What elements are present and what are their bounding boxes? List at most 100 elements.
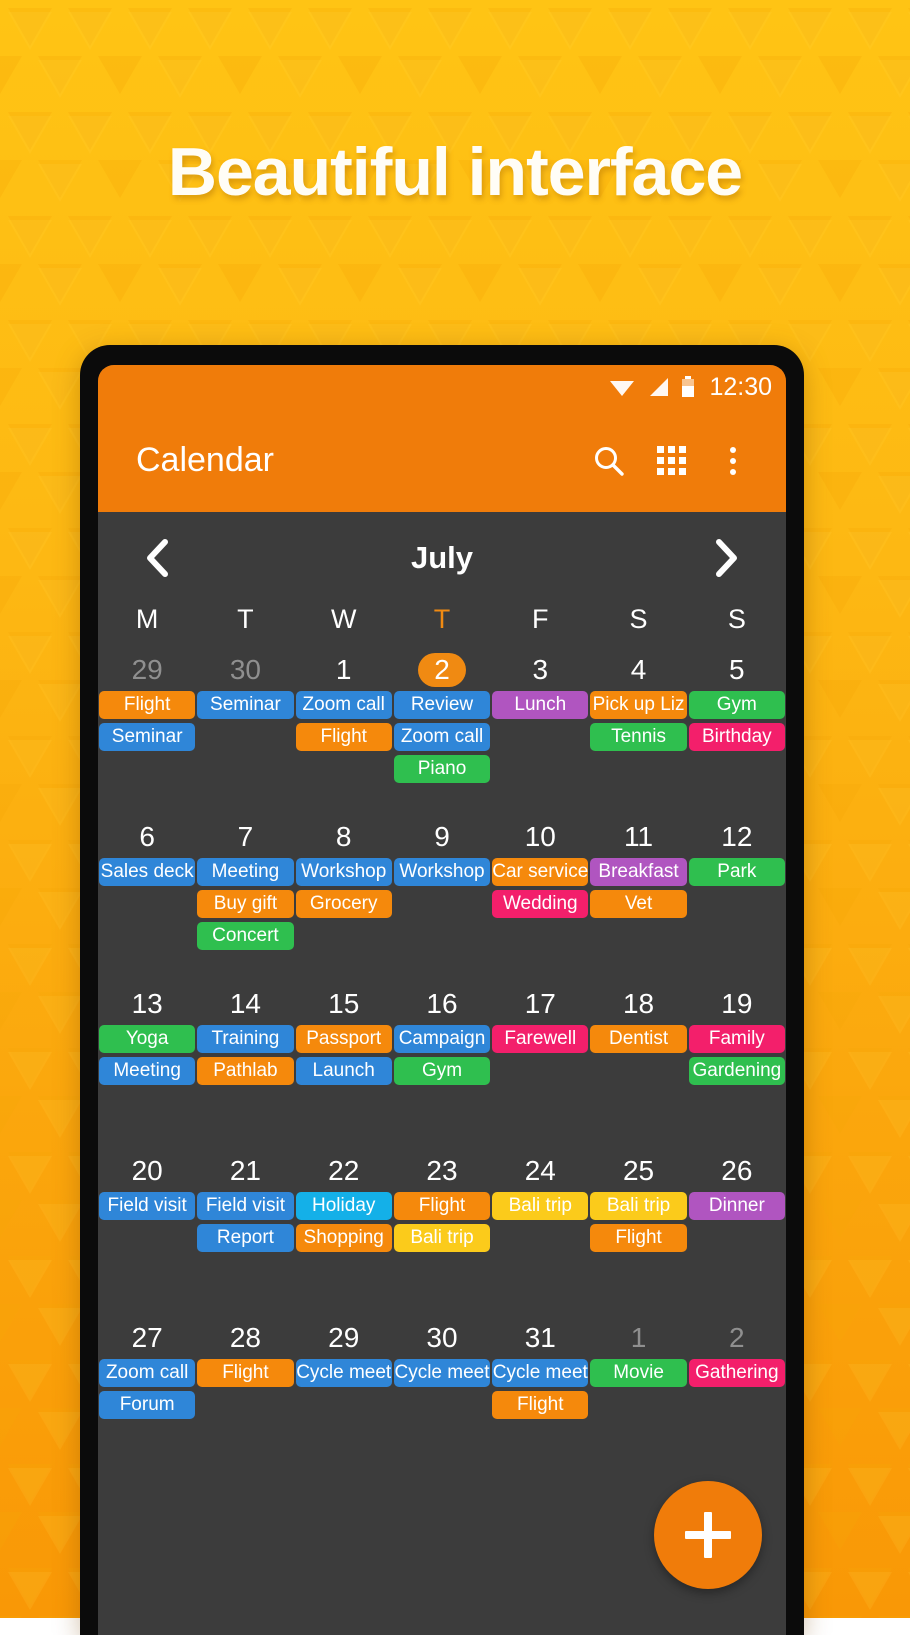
event-chip[interactable]: Zoom call — [295, 691, 392, 719]
event-chip[interactable]: Zoom call — [99, 1359, 196, 1387]
day-cell-26[interactable]: 26 Dinner — [688, 1150, 786, 1252]
day-cell-24[interactable]: 24 Bali trip — [491, 1150, 589, 1252]
event-chip[interactable]: Zoom call — [393, 723, 491, 751]
event-chip[interactable]: Campaign — [393, 1025, 491, 1053]
day-cell-3[interactable]: 3 Lunch — [491, 649, 589, 783]
day-cell-22[interactable]: 22 Holiday Shopping — [295, 1150, 393, 1252]
day-cell-21[interactable]: 21 Field visit Report — [196, 1150, 294, 1252]
event-chip[interactable]: Grocery — [295, 890, 392, 918]
event-chip[interactable]: Dentist — [590, 1025, 687, 1053]
event-chip[interactable]: Forum — [99, 1391, 196, 1419]
event-chip[interactable]: Piano — [393, 755, 491, 783]
overflow-menu-icon[interactable] — [702, 430, 764, 492]
event-chip[interactable]: Meeting — [99, 1057, 196, 1085]
event-chip[interactable]: Car service — [492, 858, 589, 886]
event-chip[interactable]: Sales deck — [99, 858, 196, 886]
day-cell-12[interactable]: 12 Park — [688, 816, 786, 950]
event-chip[interactable]: Vet — [590, 890, 687, 918]
event-chip[interactable]: Family — [688, 1025, 785, 1053]
day-cell-14[interactable]: 14 Training Pathlab — [196, 983, 294, 1085]
event-chip[interactable]: Flight — [492, 1391, 589, 1419]
day-cell-30[interactable]: 30 Seminar — [196, 649, 294, 783]
day-cell-29[interactable]: 29 Cycle meet — [295, 1317, 393, 1419]
event-chip[interactable]: Bali trip — [590, 1192, 687, 1220]
day-cell-19[interactable]: 19 Family Gardening — [688, 983, 786, 1085]
event-chip[interactable]: Bali trip — [492, 1192, 589, 1220]
day-cell-25[interactable]: 25 Bali trip Flight — [589, 1150, 687, 1252]
grid-view-icon[interactable] — [640, 430, 702, 492]
event-chip[interactable]: Bali trip — [393, 1224, 491, 1252]
add-event-button[interactable] — [654, 1481, 762, 1589]
event-chip[interactable]: Shopping — [295, 1224, 392, 1252]
day-cell-7[interactable]: 7 Meeting Buy gift Concert — [196, 816, 294, 950]
event-chip[interactable]: Park — [688, 858, 785, 886]
day-events: Passport Launch — [295, 1025, 393, 1085]
event-chip[interactable]: Gathering — [688, 1359, 785, 1387]
event-chip[interactable]: Field visit — [99, 1192, 196, 1220]
event-chip[interactable]: Flight — [295, 723, 392, 751]
event-chip[interactable]: Review — [393, 691, 491, 719]
event-chip[interactable]: Movie — [590, 1359, 687, 1387]
search-icon[interactable] — [578, 430, 640, 492]
event-chip[interactable]: Dinner — [688, 1192, 785, 1220]
event-chip[interactable]: Flight — [393, 1192, 491, 1220]
day-cell-13[interactable]: 13 Yoga Meeting — [98, 983, 196, 1085]
event-chip[interactable]: Flight — [99, 691, 196, 719]
event-chip[interactable]: Flight — [197, 1359, 294, 1387]
previous-month-button[interactable] — [138, 535, 178, 581]
event-chip[interactable]: Report — [197, 1224, 294, 1252]
event-chip[interactable]: Training — [197, 1025, 294, 1053]
day-cell-18[interactable]: 18 Dentist — [589, 983, 687, 1085]
event-chip[interactable]: Meeting — [197, 858, 294, 886]
day-cell-20[interactable]: 20 Field visit — [98, 1150, 196, 1252]
event-chip[interactable]: Launch — [295, 1057, 392, 1085]
event-chip[interactable]: Seminar — [197, 691, 294, 719]
event-chip[interactable]: Buy gift — [197, 890, 294, 918]
event-chip[interactable]: Lunch — [492, 691, 589, 719]
day-cell-5[interactable]: 5 Gym Birthday — [688, 649, 786, 783]
calendar-week-row: 6 Sales deck 7 Meeting Buy gift Concert 8 Works… — [98, 816, 786, 983]
day-cell-31[interactable]: 31 Cycle meet Flight — [491, 1317, 589, 1419]
event-chip[interactable]: Cycle meet — [492, 1359, 589, 1387]
day-cell-4[interactable]: 4 Pick up Liz Tennis — [589, 649, 687, 783]
event-chip[interactable]: Concert — [197, 922, 294, 950]
event-chip[interactable]: Pick up Liz — [590, 691, 687, 719]
day-cell-15[interactable]: 15 Passport Launch — [295, 983, 393, 1085]
day-cell-16[interactable]: 16 Campaign Gym — [393, 983, 491, 1085]
event-chip[interactable]: Yoga — [99, 1025, 196, 1053]
event-chip[interactable]: Farewell — [492, 1025, 589, 1053]
event-chip[interactable]: Workshop — [393, 858, 491, 886]
day-cell-6[interactable]: 6 Sales deck — [98, 816, 196, 950]
day-cell-1[interactable]: 1 Zoom call Flight — [295, 649, 393, 783]
day-cell-1[interactable]: 1 Movie — [589, 1317, 687, 1419]
day-cell-29[interactable]: 29 Flight Seminar — [98, 649, 196, 783]
event-chip[interactable]: Gardening — [688, 1057, 785, 1085]
day-cell-23[interactable]: 23 Flight Bali trip — [393, 1150, 491, 1252]
event-chip[interactable]: Wedding — [492, 890, 589, 918]
day-cell-10[interactable]: 10 Car service Wedding — [491, 816, 589, 950]
event-chip[interactable]: Cycle meet — [295, 1359, 392, 1387]
day-cell-27[interactable]: 27 Zoom call Forum — [98, 1317, 196, 1419]
day-cell-28[interactable]: 28 Flight — [196, 1317, 294, 1419]
event-chip[interactable]: Workshop — [295, 858, 392, 886]
event-chip[interactable]: Passport — [295, 1025, 392, 1053]
event-chip[interactable]: Birthday — [688, 723, 785, 751]
event-chip[interactable]: Flight — [590, 1224, 687, 1252]
day-cell-2[interactable]: 2 Review Zoom call Piano — [393, 649, 491, 783]
event-chip[interactable]: Tennis — [590, 723, 687, 751]
event-chip[interactable]: Gym — [393, 1057, 491, 1085]
day-cell-30[interactable]: 30 Cycle meet — [393, 1317, 491, 1419]
event-chip[interactable]: Field visit — [197, 1192, 294, 1220]
event-chip[interactable]: Cycle meet — [393, 1359, 491, 1387]
day-cell-2[interactable]: 2 Gathering — [688, 1317, 786, 1419]
day-cell-8[interactable]: 8 Workshop Grocery — [295, 816, 393, 950]
day-cell-11[interactable]: 11 Breakfast Vet — [589, 816, 687, 950]
day-cell-17[interactable]: 17 Farewell — [491, 983, 589, 1085]
day-cell-9[interactable]: 9 Workshop — [393, 816, 491, 950]
event-chip[interactable]: Holiday — [295, 1192, 392, 1220]
event-chip[interactable]: Breakfast — [590, 858, 687, 886]
event-chip[interactable]: Pathlab — [197, 1057, 294, 1085]
next-month-button[interactable] — [706, 535, 746, 581]
event-chip[interactable]: Seminar — [99, 723, 196, 751]
event-chip[interactable]: Gym — [688, 691, 785, 719]
